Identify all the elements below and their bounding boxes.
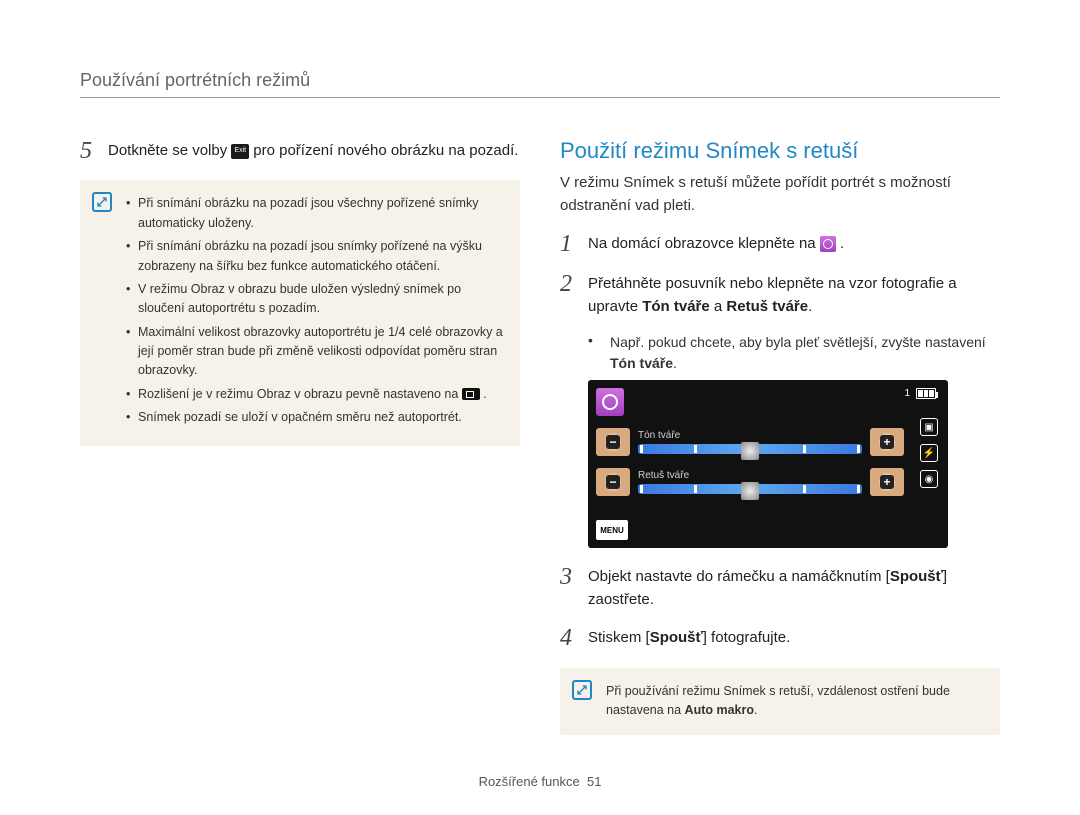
face-thumb-light2: + <box>870 468 904 496</box>
battery-icon <box>916 388 938 399</box>
metering-icon: ◉ <box>920 470 938 488</box>
step-number-3: 3 <box>560 564 588 611</box>
step-2-text: Přetáhněte posuvník nebo klepněte na vzo… <box>588 271 1000 318</box>
step-number-5: 5 <box>80 138 108 164</box>
slider-face-tone-label: Tón tváře <box>638 430 862 441</box>
step-3-text: Objekt nastavte do rámečku a namáčknutím… <box>588 564 1000 611</box>
exit-button-icon: Exit <box>231 144 249 159</box>
storage-icon: ▣ <box>920 418 938 436</box>
step-4-text: Stiskem [Spoušť] fotografujte. <box>588 625 790 651</box>
info-note-left: Při snímání obrázku na pozadí jsou všech… <box>80 180 520 445</box>
note-b5: Rozlišení je v režimu Obraz v obrazu pev… <box>126 385 504 404</box>
left-column: 5 Dotkněte se volby Exit pro pořízení no… <box>80 138 520 751</box>
page-header: Používání portrétních režimů <box>80 70 1000 98</box>
note-b2: Při snímání obrázku na pozadí jsou snímk… <box>126 237 504 276</box>
info-icon <box>92 192 112 212</box>
step-number-4: 4 <box>560 625 588 651</box>
step-1-text: Na domácí obrazovce klepněte na . <box>588 231 844 257</box>
mode-icon <box>596 388 624 416</box>
note-b6: Snímek pozadí se uloží v opačném směru n… <box>126 408 504 427</box>
face-thumb-dark1: − <box>596 428 630 456</box>
face-thumb-light1: + <box>870 428 904 456</box>
right-column: Použití režimu Snímek s retuší V režimu … <box>560 138 1000 751</box>
face-thumb-dark2: − <box>596 468 630 496</box>
step-2-subtext: Např. pokud chcete, aby byla pleť světle… <box>610 332 1000 374</box>
info-icon <box>572 680 592 700</box>
step-number-1: 1 <box>560 231 588 257</box>
section-title: Použití režimu Snímek s retuší <box>560 138 1000 164</box>
section-intro: V režimu Snímek s retuší můžete pořídit … <box>560 172 1000 217</box>
info-note-right: Při používání režimu Snímek s retuší, vz… <box>560 668 1000 735</box>
menu-button[interactable]: MENU <box>596 520 628 540</box>
resolution-icon <box>462 388 480 400</box>
bullet: • <box>588 332 610 374</box>
shot-counter: 1 <box>904 388 910 399</box>
note-b4: Maximální velikost obrazovky autoportrét… <box>126 323 504 381</box>
page-footer: Rozšířené funkce 51 <box>0 774 1080 789</box>
slider-handle-1[interactable] <box>741 442 759 460</box>
note-b3: V režimu Obraz v obrazu bude uložen výsl… <box>126 280 504 319</box>
camera-screen-illustration: 1 ▣ ⚡ ◉ − Tón tváře + <box>588 380 948 548</box>
mode-home-icon <box>820 236 836 252</box>
flash-icon: ⚡ <box>920 444 938 462</box>
slider-retouch-label: Retuš tváře <box>638 470 862 481</box>
note-b1: Při snímání obrázku na pozadí jsou všech… <box>126 194 504 233</box>
step-5-text: Dotkněte se volby Exit pro pořízení nové… <box>108 138 518 164</box>
step-number-2: 2 <box>560 271 588 318</box>
slider-handle-2[interactable] <box>741 482 759 500</box>
